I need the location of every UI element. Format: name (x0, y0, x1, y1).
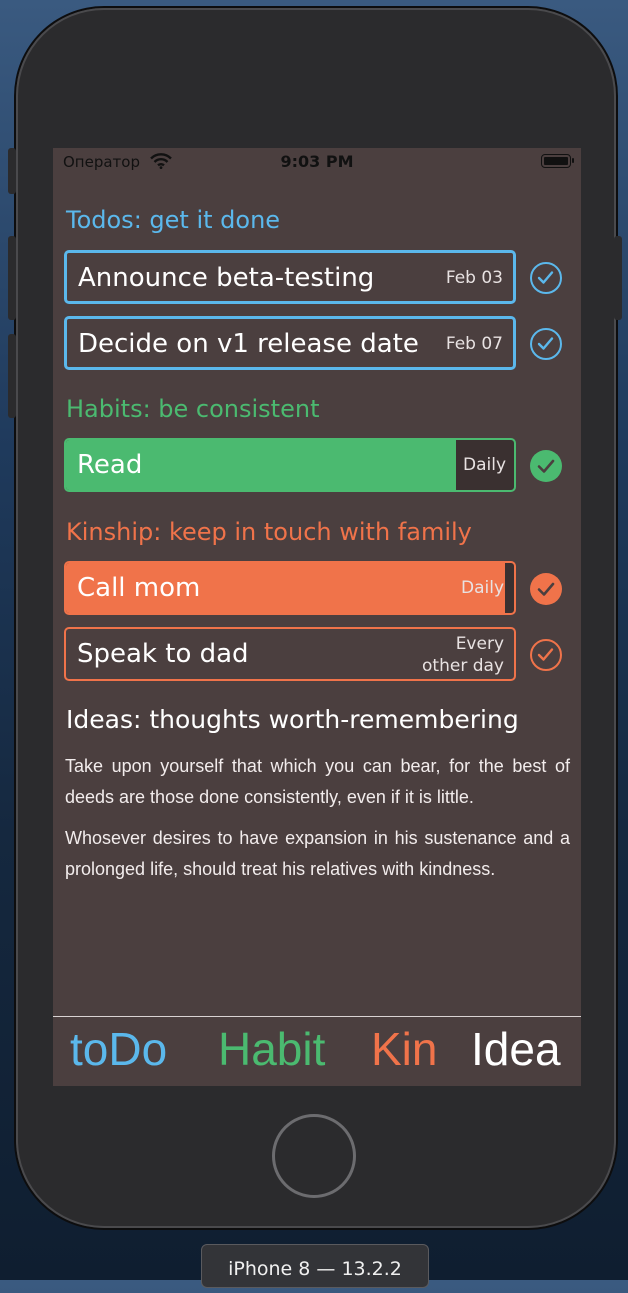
habit-check-icon[interactable] (530, 450, 562, 482)
tab-kin[interactable]: Kin (371, 1022, 437, 1076)
habits-section-title: Habits: be consistent (66, 395, 320, 423)
app-screen: Оператор 9:03 PM Todos: get it done Anno… (53, 148, 581, 1086)
kin-label: Call mom (77, 573, 201, 603)
idea-quote[interactable]: Whosever desires to have expansion in hi… (65, 823, 570, 885)
kin-label: Speak to dad (77, 639, 249, 669)
volume-up-button (8, 236, 16, 320)
kin-frequency: Every other day (422, 633, 504, 677)
todos-section-title: Todos: get it done (66, 206, 281, 234)
kin-item-speak-to-dad[interactable]: Speak to dad Every other day (64, 627, 516, 681)
status-bar: Оператор 9:03 PM (53, 148, 581, 176)
habit-item-read[interactable]: Read Daily (64, 438, 516, 492)
todo-date: Feb 07 (445, 334, 503, 354)
kinship-section-title: Kinship: keep in touch with family (66, 518, 472, 546)
todo-item-announce-beta[interactable]: Announce beta-testing Feb 03 (64, 250, 516, 304)
todo-date: Feb 03 (445, 268, 503, 288)
kin-frequency-line2: other day (422, 656, 504, 676)
habit-label: Read (77, 450, 143, 480)
power-button (614, 236, 622, 320)
kin-check-icon[interactable] (530, 573, 562, 605)
todo-label: Decide on v1 release date (78, 329, 419, 359)
tab-habit[interactable]: Habit (218, 1022, 325, 1076)
kin-frequency-line1: Every (455, 634, 504, 654)
simulator-device-label: iPhone 8 — 13.2.2 (201, 1244, 429, 1288)
kin-check-icon[interactable] (530, 639, 562, 671)
ideas-section-title: Ideas: thoughts worth-remembering (66, 705, 519, 734)
tab-idea[interactable]: Idea (471, 1022, 561, 1076)
todo-label: Announce beta-testing (78, 263, 375, 293)
todo-item-decide-release[interactable]: Decide on v1 release date Feb 07 (64, 316, 516, 370)
home-button[interactable] (272, 1114, 356, 1198)
todo-check-icon[interactable] (530, 262, 562, 294)
idea-quote[interactable]: Take upon yourself that which you can be… (65, 751, 570, 813)
kin-frequency: Daily (460, 578, 504, 598)
status-time: 9:03 PM (280, 152, 354, 171)
battery-icon (541, 154, 574, 168)
kin-item-call-mom[interactable]: Call mom Daily (64, 561, 516, 615)
mute-switch (8, 148, 16, 194)
tab-bar: toDo Habit Kin Idea (53, 1016, 581, 1086)
todo-check-icon[interactable] (530, 328, 562, 360)
tab-todo[interactable]: toDo (70, 1022, 167, 1076)
volume-down-button (8, 334, 16, 418)
habit-frequency: Daily (462, 455, 506, 475)
